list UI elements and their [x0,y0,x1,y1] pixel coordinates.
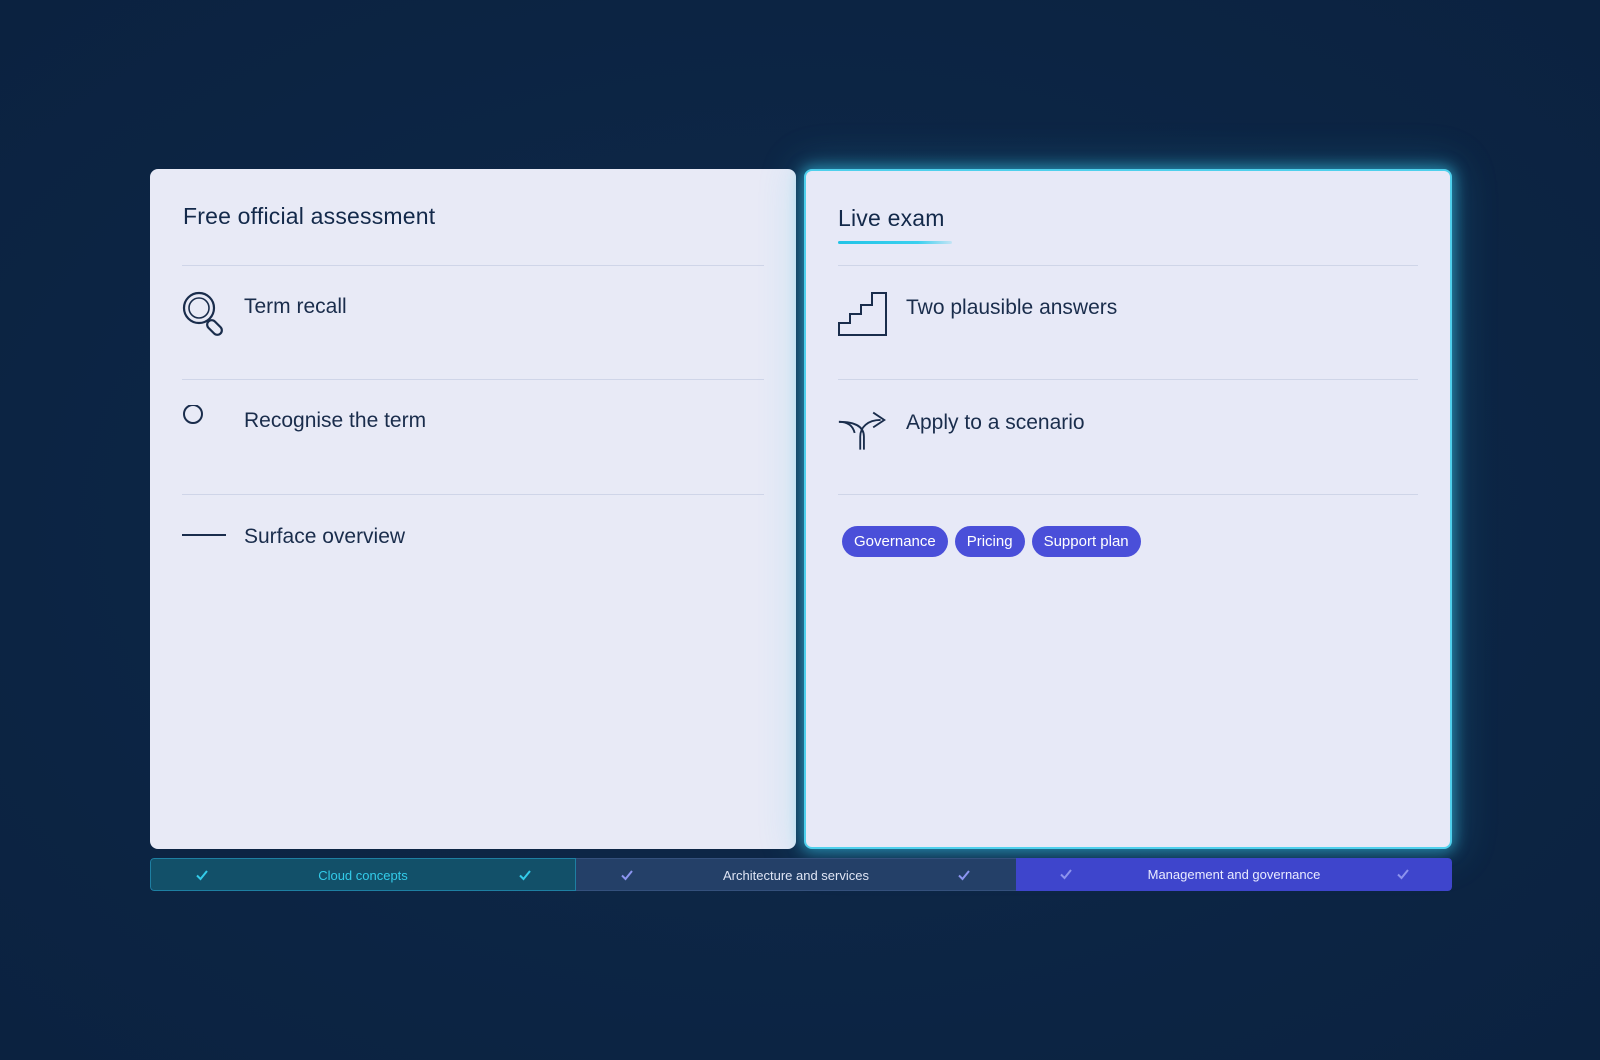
circle-icon [183,405,203,424]
tag-list: Governance Pricing Support plan [842,526,1141,557]
tag-pricing[interactable]: Pricing [954,526,1025,557]
domain-segment-architecture-services[interactable]: Architecture and services [576,858,1016,891]
list-item-label: Surface overview [244,525,406,548]
domain-segment-management-governance[interactable]: Management and governance [1016,858,1452,891]
domain-segment-label: Cloud concepts [318,868,408,883]
assessment-card: Free official assessment Term recall Rec… [150,169,796,849]
assessment-card-title: Free official assessment [183,203,436,229]
check-icon [958,870,970,881]
line-icon [182,534,226,536]
divider [838,494,1418,495]
fork-arrow-icon [838,411,886,450]
divider [182,379,764,380]
stairs-icon [838,292,887,336]
list-item-term-recall: Term recall [182,291,764,351]
divider [838,265,1418,266]
divider [182,265,764,266]
live-exam-card-title: Live exam [838,205,945,231]
divider [182,494,764,495]
domain-segment-label: Management and governance [1147,867,1321,882]
list-item-two-plausible-answers: Two plausible answers [838,292,1418,352]
tag-governance[interactable]: Governance [842,526,948,557]
check-icon [1397,869,1409,880]
domain-segment-label: Architecture and services [723,868,869,883]
check-icon [519,870,531,881]
live-exam-card: Live exam Two plausible answers Apply to… [804,169,1452,849]
title-underline [838,241,952,244]
list-item-apply-to-scenario: Apply to a scenario [838,407,1418,467]
domain-segment-cloud-concepts[interactable]: Cloud concepts [150,858,576,891]
divider [838,379,1418,380]
list-item-label: Apply to a scenario [906,411,1085,434]
list-item-label: Two plausible answers [906,296,1118,319]
list-item-label: Term recall [244,295,347,318]
domain-progress-bar: Cloud concepts Architecture and services… [150,858,1452,891]
magnifier-icon [182,291,223,336]
list-item-recognise-term: Recognise the term [182,405,764,465]
list-item-surface-overview: Surface overview [182,521,764,581]
stage: Free official assessment Term recall Rec… [0,0,1600,1060]
tag-support-plan[interactable]: Support plan [1031,526,1141,557]
list-item-label: Recognise the term [244,409,427,432]
